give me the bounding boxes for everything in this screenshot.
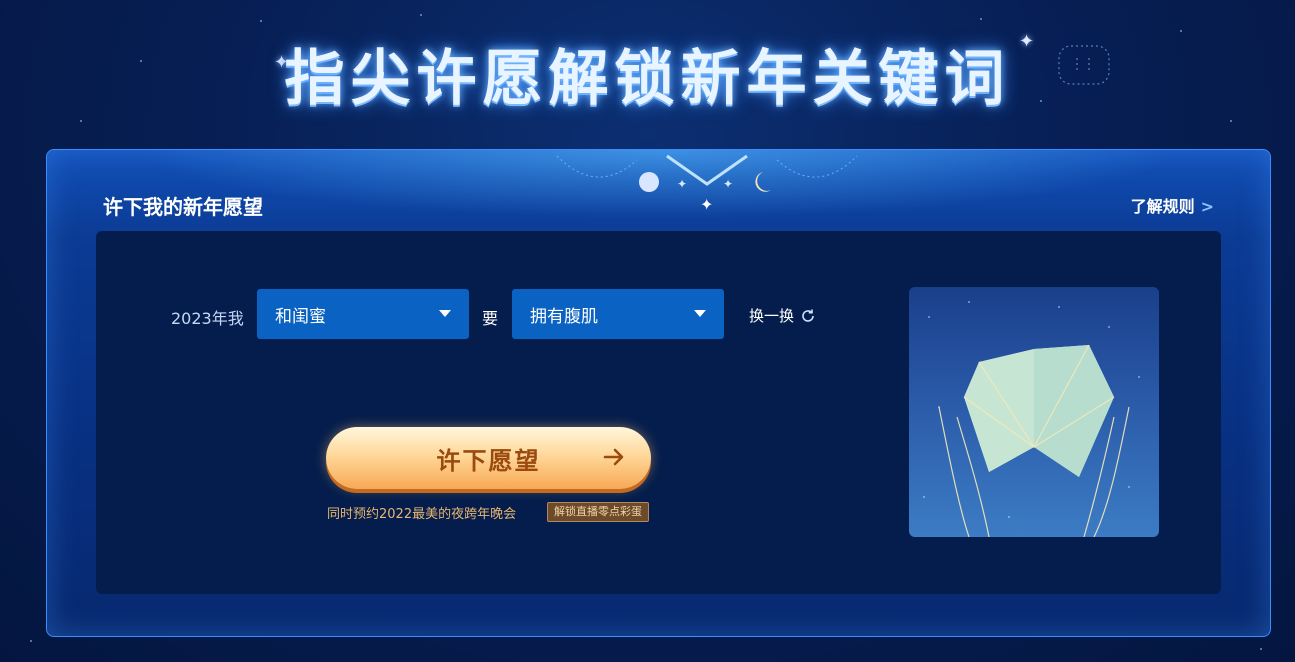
make-wish-button[interactable]: 许下愿望 bbox=[326, 427, 651, 489]
wish-select-value: 拥有腹肌 bbox=[530, 306, 598, 327]
panel-title: 许下我的新年愿望 bbox=[103, 195, 263, 219]
refresh-icon bbox=[802, 309, 814, 322]
svg-text:✦: ✦ bbox=[700, 195, 713, 214]
make-wish-label: 许下愿望 bbox=[436, 446, 541, 475]
wish-illustration bbox=[909, 287, 1159, 537]
shuffle-button[interactable]: 换一换 bbox=[749, 305, 816, 326]
rules-link-label: 了解规则 bbox=[1130, 197, 1195, 216]
connector-label: 要 bbox=[482, 309, 499, 328]
who-select-value: 和闺蜜 bbox=[275, 306, 326, 327]
wish-select[interactable]: 拥有腹肌 bbox=[512, 289, 724, 339]
caret-down-icon bbox=[694, 310, 706, 317]
year-prefix-label: 2023年我 bbox=[171, 309, 244, 328]
who-select[interactable]: 和闺蜜 bbox=[257, 289, 469, 339]
moon-crest-icon: ✦ ✦ ✦ bbox=[556, 154, 858, 214]
page-headline: 指尖许愿解锁新年关键词 bbox=[284, 44, 1011, 114]
easter-egg-badge: 解锁直播零点彩蛋 bbox=[547, 502, 649, 522]
arrow-right-icon bbox=[603, 448, 624, 466]
svg-text:✦: ✦ bbox=[677, 177, 687, 191]
svg-text:✦: ✦ bbox=[723, 177, 733, 191]
chevron-right-icon: > bbox=[1200, 197, 1214, 216]
shuffle-label: 换一换 bbox=[749, 307, 795, 325]
caret-down-icon bbox=[439, 310, 451, 317]
reservation-note: 同时预约2022最美的夜跨年晚会 bbox=[327, 507, 517, 522]
folded-paper-hands-image bbox=[923, 301, 1140, 537]
rules-link[interactable]: 了解规则 > bbox=[1131, 193, 1214, 217]
